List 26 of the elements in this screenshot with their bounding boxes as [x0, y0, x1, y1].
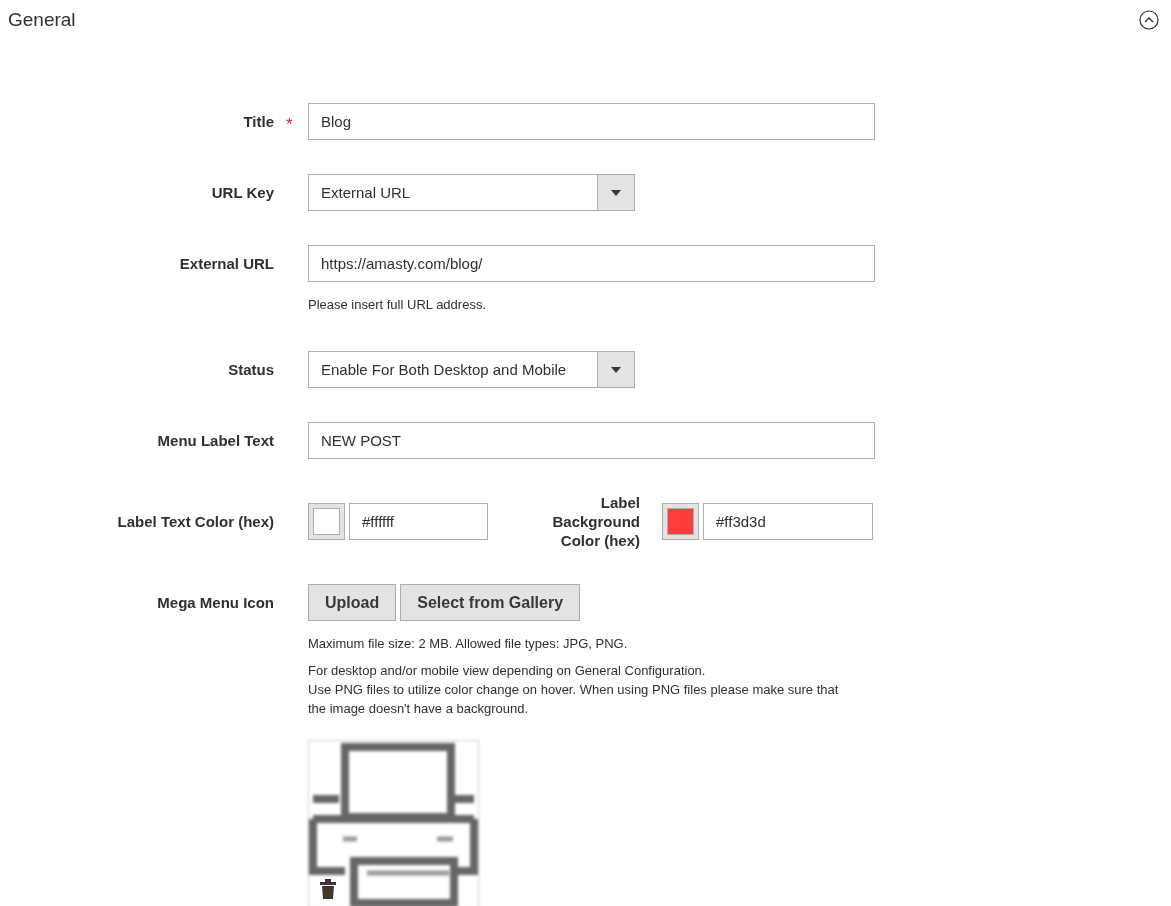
field-label: Title: [242, 112, 274, 132]
field-label: External URL: [178, 254, 274, 274]
field-label: Status: [227, 360, 274, 380]
caret-icon: [611, 189, 621, 196]
section-title: General: [8, 9, 76, 31]
required-asterisk: *: [285, 114, 294, 136]
text-field[interactable]: Blog: [308, 103, 875, 140]
field-label: Mega Menu Icon: [156, 593, 274, 613]
text-field[interactable]: #ffffff: [349, 503, 488, 540]
caret-icon: [611, 366, 621, 373]
gallery-button[interactable]: Select from Gallery: [400, 584, 581, 621]
field-label: Menu Label Text: [156, 431, 274, 451]
field-label: URL Key: [210, 183, 274, 203]
field-label: Label Text Color (hex): [116, 512, 274, 531]
collapse-icon[interactable]: [1139, 10, 1159, 30]
field-note: For desktop and/or mobile view depending on General Configuration. Use PNG files to utilize color change on hover. When using PNG files please make sure that the image doesn't have a background.: [308, 662, 840, 718]
upload-button[interactable]: Upload: [308, 584, 397, 621]
field-label: Label Background Color (hex): [551, 493, 640, 550]
field-note: Maximum file size: 2 MB. Allowed file types: JPG, PNG.: [308, 635, 629, 653]
text-field[interactable]: #ff3d3d: [703, 503, 873, 540]
text-field[interactable]: https://amasty.com/blog/: [308, 245, 875, 282]
dropdown-field[interactable]: Enable For Both Desktop and Mobile: [308, 351, 635, 388]
dropdown-field[interactable]: External URL: [308, 174, 635, 211]
text-field[interactable]: NEW POST: [308, 422, 875, 459]
trash-icon[interactable]: [320, 879, 336, 899]
field-note: Please insert full URL address.: [308, 296, 487, 314]
